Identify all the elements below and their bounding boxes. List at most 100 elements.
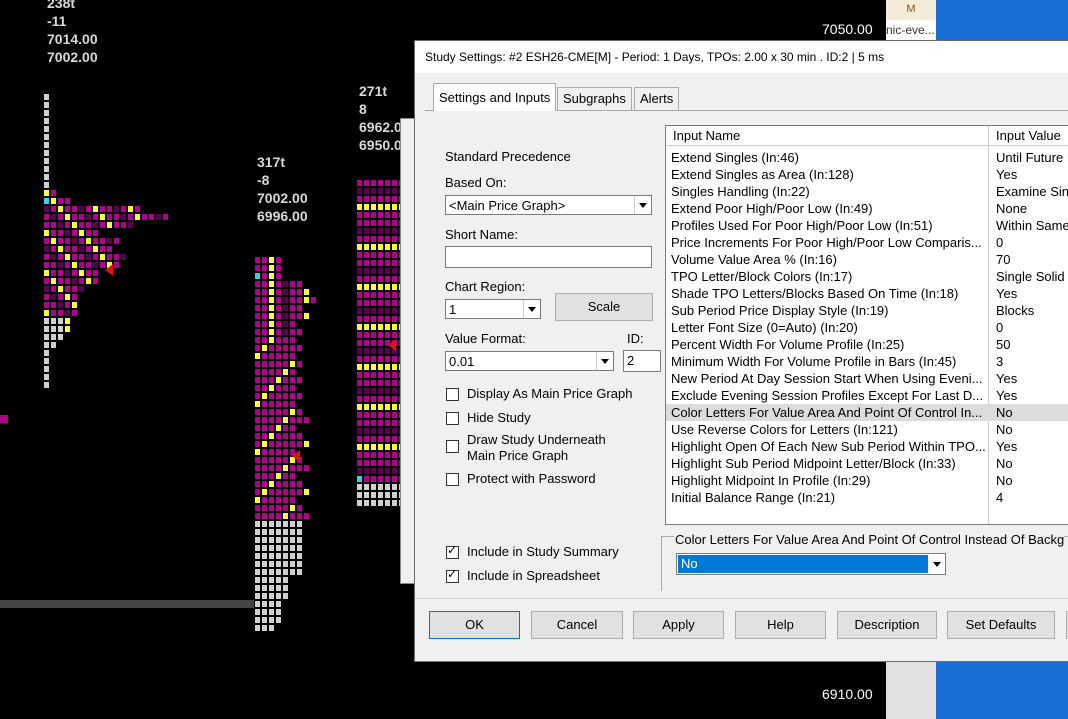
- dialog-titlebar[interactable]: Study Settings: #2 ESH26-CME[M] - Period…: [415, 41, 1068, 73]
- ok-button[interactable]: OK: [429, 611, 520, 639]
- id-input[interactable]: 2: [623, 350, 661, 372]
- chevron-down-icon[interactable]: [634, 196, 651, 214]
- input-name-cell[interactable]: Extend Poor High/Poor Low (In:49): [671, 200, 987, 217]
- input-name-cell[interactable]: Price Increments For Poor High/Poor Low …: [671, 234, 987, 251]
- column-header-input-value[interactable]: Input Value: [996, 128, 1061, 143]
- chevron-down-icon[interactable]: [523, 300, 540, 318]
- protect-with-password-checkbox[interactable]: Protect with Password: [446, 471, 596, 486]
- grid-row[interactable]: Initial Balance Range (In:21) 4: [666, 489, 1068, 506]
- input-name-cell[interactable]: Extend Singles as Area (In:128): [671, 166, 987, 183]
- tab-subgraphs[interactable]: Subgraphs: [557, 87, 632, 110]
- input-value-cell[interactable]: No: [996, 421, 1013, 438]
- input-value-cell[interactable]: Within Same: [996, 217, 1068, 234]
- input-name-cell[interactable]: Singles Handling (In:22): [671, 183, 987, 200]
- input-name-cell[interactable]: Exclude Evening Session Profiles Except …: [671, 387, 987, 404]
- input-name-cell[interactable]: New Period At Day Session Start When Usi…: [671, 370, 987, 387]
- grid-row[interactable]: Shade TPO Letters/Blocks Based On Time (…: [666, 285, 1068, 302]
- input-value-cell[interactable]: Yes: [996, 166, 1017, 183]
- short-name-input[interactable]: [445, 246, 652, 268]
- input-value-cell[interactable]: Blocks: [996, 302, 1034, 319]
- grid-row[interactable]: Extend Singles (In:46) Until Future I: [666, 149, 1068, 166]
- input-name-cell[interactable]: Color Letters For Value Area And Point O…: [671, 404, 987, 421]
- input-value-cell[interactable]: Until Future I: [996, 149, 1068, 166]
- grid-row[interactable]: Sub Period Price Display Style (In:19) Bl…: [666, 302, 1068, 319]
- grid-row[interactable]: Extend Poor High/Poor Low (In:49) None: [666, 200, 1068, 217]
- hide-study-checkbox[interactable]: Hide Study: [446, 410, 531, 425]
- grid-row[interactable]: Profiles Used For Poor High/Poor Low (In…: [666, 217, 1068, 234]
- grid-row[interactable]: Highlight Sub Period Midpoint Letter/Blo…: [666, 455, 1068, 472]
- description-button[interactable]: Description: [837, 611, 937, 639]
- input-name-cell[interactable]: Volume Value Area % (In:16): [671, 251, 987, 268]
- input-value-cell[interactable]: 4: [996, 489, 1003, 506]
- input-name-cell[interactable]: Highlight Midpoint In Profile (In:29): [671, 472, 987, 489]
- display-as-main-price-graph-checkbox[interactable]: Display As Main Price Graph: [446, 386, 632, 401]
- input-value-cell[interactable]: Yes: [996, 438, 1017, 455]
- input-name-cell[interactable]: Extend Singles (In:46): [671, 149, 987, 166]
- input-value-select[interactable]: No: [676, 553, 946, 575]
- grid-row[interactable]: Highlight Midpoint In Profile (In:29) No: [666, 472, 1068, 489]
- chart-scrollbar[interactable]: [0, 600, 254, 608]
- taskbar-label[interactable]: nic-eve...: [886, 20, 936, 40]
- input-name-cell[interactable]: Letter Font Size (0=Auto) (In:20): [671, 319, 987, 336]
- grid-row[interactable]: TPO Letter/Block Colors (In:17) Single So…: [666, 268, 1068, 285]
- input-name-cell[interactable]: Minimum Width For Volume Profile in Bars…: [671, 353, 987, 370]
- inputs-grid[interactable]: Input Name Input Value Extend Singles (I…: [665, 125, 1068, 525]
- input-value-cell[interactable]: 0: [996, 234, 1003, 251]
- input-value-cell[interactable]: None: [996, 200, 1027, 217]
- input-value-cell[interactable]: Single Solid: [996, 268, 1065, 285]
- apply-button[interactable]: Apply: [633, 611, 724, 639]
- input-name-cell[interactable]: TPO Letter/Block Colors (In:17): [671, 268, 987, 285]
- input-value-cell[interactable]: Yes: [996, 285, 1017, 302]
- draw-study-underneath-checkbox[interactable]: Draw Study Underneath Main Price Graph: [446, 432, 606, 464]
- grid-row[interactable]: Singles Handling (In:22) Examine Sin: [666, 183, 1068, 200]
- grid-row[interactable]: Highlight Open Of Each New Sub Period Wi…: [666, 438, 1068, 455]
- input-name-cell[interactable]: Initial Balance Range (In:21): [671, 489, 987, 506]
- grid-row[interactable]: Percent Width For Volume Profile (In:25)…: [666, 336, 1068, 353]
- value-format-select[interactable]: 0.01: [445, 351, 614, 371]
- checkbox-box[interactable]: [446, 473, 459, 486]
- chevron-down-icon[interactable]: [596, 352, 613, 370]
- input-value-cell[interactable]: 70: [996, 251, 1010, 268]
- based-on-select[interactable]: <Main Price Graph>: [445, 195, 652, 215]
- grid-row[interactable]: Exclude Evening Session Profiles Except …: [666, 387, 1068, 404]
- include-in-spreadsheet-checkbox[interactable]: Include in Spreadsheet: [446, 567, 600, 583]
- checkbox-box[interactable]: [446, 412, 459, 425]
- cancel-button[interactable]: Cancel: [531, 611, 623, 639]
- grid-row[interactable]: Use Reverse Colors for Letters (In:121) N…: [666, 421, 1068, 438]
- checkbox-box[interactable]: [446, 567, 459, 583]
- column-header-input-name[interactable]: Input Name: [673, 128, 740, 143]
- input-name-cell[interactable]: Highlight Open Of Each New Sub Period Wi…: [671, 438, 987, 455]
- input-value-cell[interactable]: Yes: [996, 387, 1017, 404]
- chart-region-select[interactable]: 1: [445, 299, 541, 319]
- tab-settings-and-inputs[interactable]: Settings and Inputs: [433, 83, 557, 111]
- tab-alerts[interactable]: Alerts: [634, 87, 680, 110]
- grid-row[interactable]: Minimum Width For Volume Profile in Bars…: [666, 353, 1068, 370]
- input-value-cell[interactable]: No: [996, 455, 1013, 472]
- grid-row[interactable]: Volume Value Area % (In:16) 70: [666, 251, 1068, 268]
- chevron-down-icon[interactable]: [929, 554, 945, 574]
- input-name-cell[interactable]: Profiles Used For Poor High/Poor Low (In…: [671, 217, 987, 234]
- checkbox-box[interactable]: [446, 543, 459, 559]
- grid-row[interactable]: Extend Singles as Area (In:128) Yes: [666, 166, 1068, 183]
- include-in-study-summary-checkbox[interactable]: Include in Study Summary: [446, 543, 619, 559]
- grid-row[interactable]: Price Increments For Poor High/Poor Low …: [666, 234, 1068, 251]
- input-value-cell[interactable]: 0: [996, 319, 1003, 336]
- input-value-cell[interactable]: 50: [996, 336, 1010, 353]
- set-defaults-button[interactable]: Set Defaults: [947, 611, 1055, 639]
- input-name-cell[interactable]: Highlight Sub Period Midpoint Letter/Blo…: [671, 455, 987, 472]
- input-value-cell[interactable]: Yes: [996, 370, 1017, 387]
- scale-button[interactable]: Scale: [555, 293, 653, 321]
- input-name-cell[interactable]: Use Reverse Colors for Letters (In:121): [671, 421, 987, 438]
- taskbar-icon[interactable]: M: [886, 0, 936, 20]
- input-value-cell[interactable]: No: [996, 404, 1013, 421]
- input-value-cell[interactable]: Examine Sin: [996, 183, 1068, 200]
- input-value-cell[interactable]: 3: [996, 353, 1003, 370]
- checkbox-box[interactable]: [446, 388, 459, 401]
- input-name-cell[interactable]: Shade TPO Letters/Blocks Based On Time (…: [671, 285, 987, 302]
- grid-row[interactable]: New Period At Day Session Start When Usi…: [666, 370, 1068, 387]
- input-name-cell[interactable]: Percent Width For Volume Profile (In:25): [671, 336, 987, 353]
- grid-row[interactable]: Letter Font Size (0=Auto) (In:20) 0: [666, 319, 1068, 336]
- grid-row[interactable]: Color Letters For Value Area And Point O…: [666, 404, 1068, 421]
- input-value-cell[interactable]: No: [996, 472, 1013, 489]
- help-button[interactable]: Help: [735, 611, 826, 639]
